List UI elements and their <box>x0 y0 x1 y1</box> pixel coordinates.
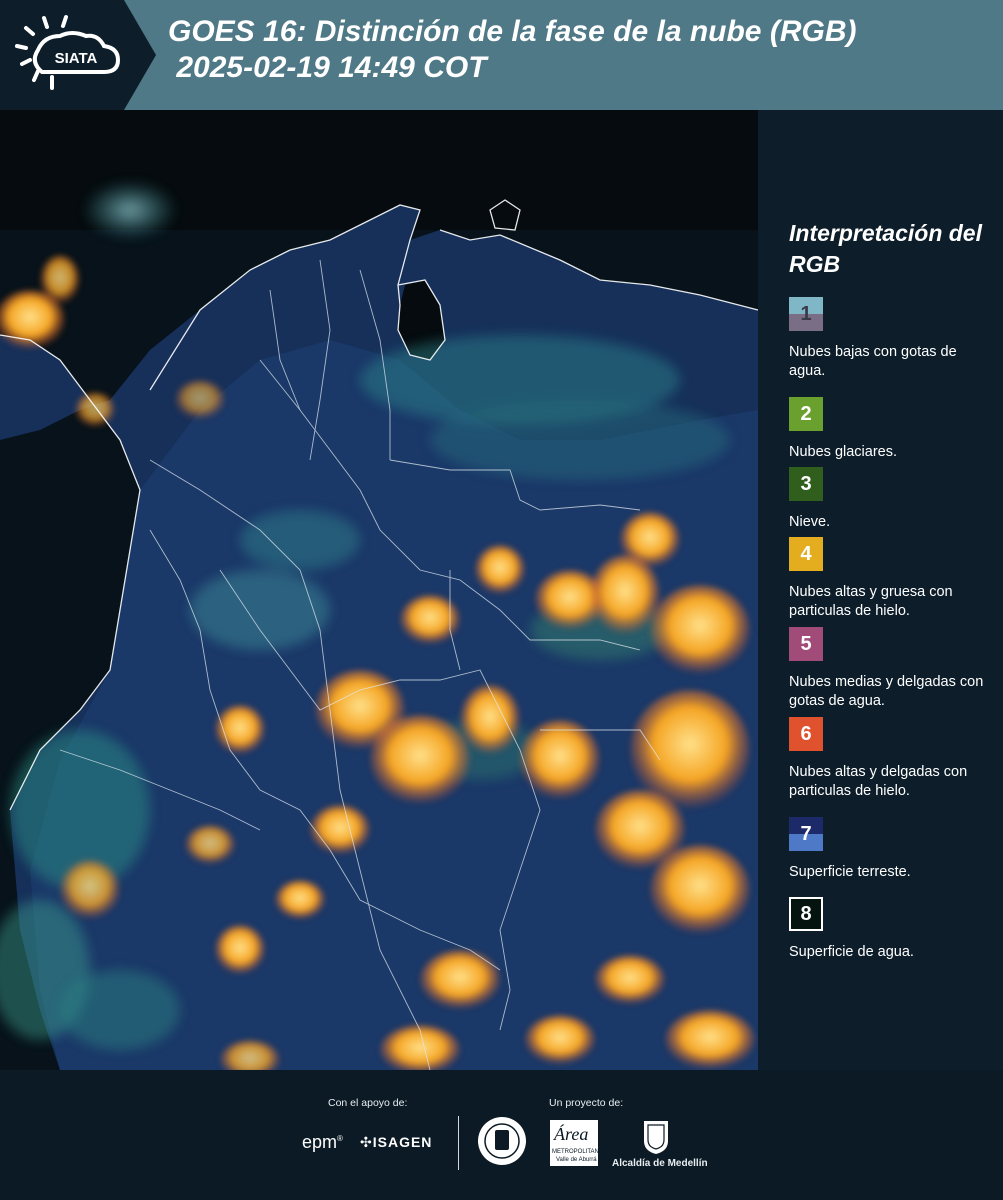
epm-logo-text: epm <box>302 1132 338 1152</box>
footer: Con el apoyo de: Un proyecto de: epm® ✣I… <box>0 1070 1003 1200</box>
project-label: Un proyecto de: <box>549 1097 624 1109</box>
legend-label: Superficie terreste. <box>789 864 911 880</box>
legend-panel: Interpretación del RGB 1 Nubes bajas con … <box>758 110 1003 1070</box>
legend-number: 8 <box>800 902 812 925</box>
legend-number: 4 <box>800 542 812 565</box>
isagen-logo-text: ISAGEN <box>372 1134 433 1150</box>
legend-label: Nubes glaciares. <box>789 444 897 460</box>
legend-number: 6 <box>800 722 812 745</box>
legend-number: 1 <box>800 302 812 325</box>
legend-label: Nubes bajas con gotas de agua. <box>789 344 957 379</box>
legend-swatch-7: 7 <box>789 817 823 851</box>
alcaldia-label: Alcaldía de Medellín <box>612 1158 708 1169</box>
satellite-map[interactable] <box>0 110 758 1070</box>
siata-logo: SIATA <box>0 0 156 110</box>
area-caption-2: Valle de Aburrá <box>556 1157 597 1163</box>
legend-swatch-6: 6 <box>789 717 823 751</box>
legend-label: Nubes medias y delgadas con gotas de agu… <box>789 674 984 709</box>
siata-logo-text: SIATA <box>55 50 98 67</box>
legend-title: Interpretación del RGB <box>789 220 982 277</box>
legend-label: Nubes altas y delgadas con particulas de… <box>789 764 968 799</box>
legend-swatch-5: 5 <box>789 627 823 661</box>
area-metropolitana-logo: Área METROPOLITANA Valle de Aburrá <box>550 1120 603 1166</box>
satellite-map-image <box>0 110 758 1070</box>
medellin-seal-icon <box>478 1117 526 1165</box>
alcaldia-crest-icon <box>644 1121 668 1154</box>
isagen-logo: ✣ISAGEN <box>360 1134 432 1151</box>
area-caption: METROPOLITANA <box>552 1149 603 1155</box>
legend-number: 5 <box>800 632 812 655</box>
legend-number: 2 <box>800 402 812 425</box>
legend-swatch-2: 2 <box>789 397 823 431</box>
support-label: Con el apoyo de: <box>328 1097 408 1109</box>
legend-swatch-4: 4 <box>789 537 823 571</box>
legend-number: 7 <box>800 822 812 845</box>
legend-swatch-1: 1 <box>789 297 823 331</box>
area-logo-text: Área <box>554 1124 589 1144</box>
isagen-icon: ✣ <box>360 1134 373 1150</box>
legend-label: Nubes altas y gruesa con particulas de h… <box>789 584 953 619</box>
legend-label: Nieve. <box>789 514 831 530</box>
epm-logo: epm® <box>302 1132 343 1152</box>
footer-divider <box>458 1116 459 1170</box>
legend-number: 3 <box>800 472 812 495</box>
legend-swatch-8: 8 <box>789 897 823 931</box>
page-title: GOES 16: Distinción de la fase de la nub… <box>168 15 857 84</box>
legend-swatch-3: 3 <box>789 467 823 501</box>
header-bar: SIATA GOES 16: Distinción de la fase de … <box>0 0 1003 110</box>
legend-label: Superficie de agua. <box>789 944 914 960</box>
